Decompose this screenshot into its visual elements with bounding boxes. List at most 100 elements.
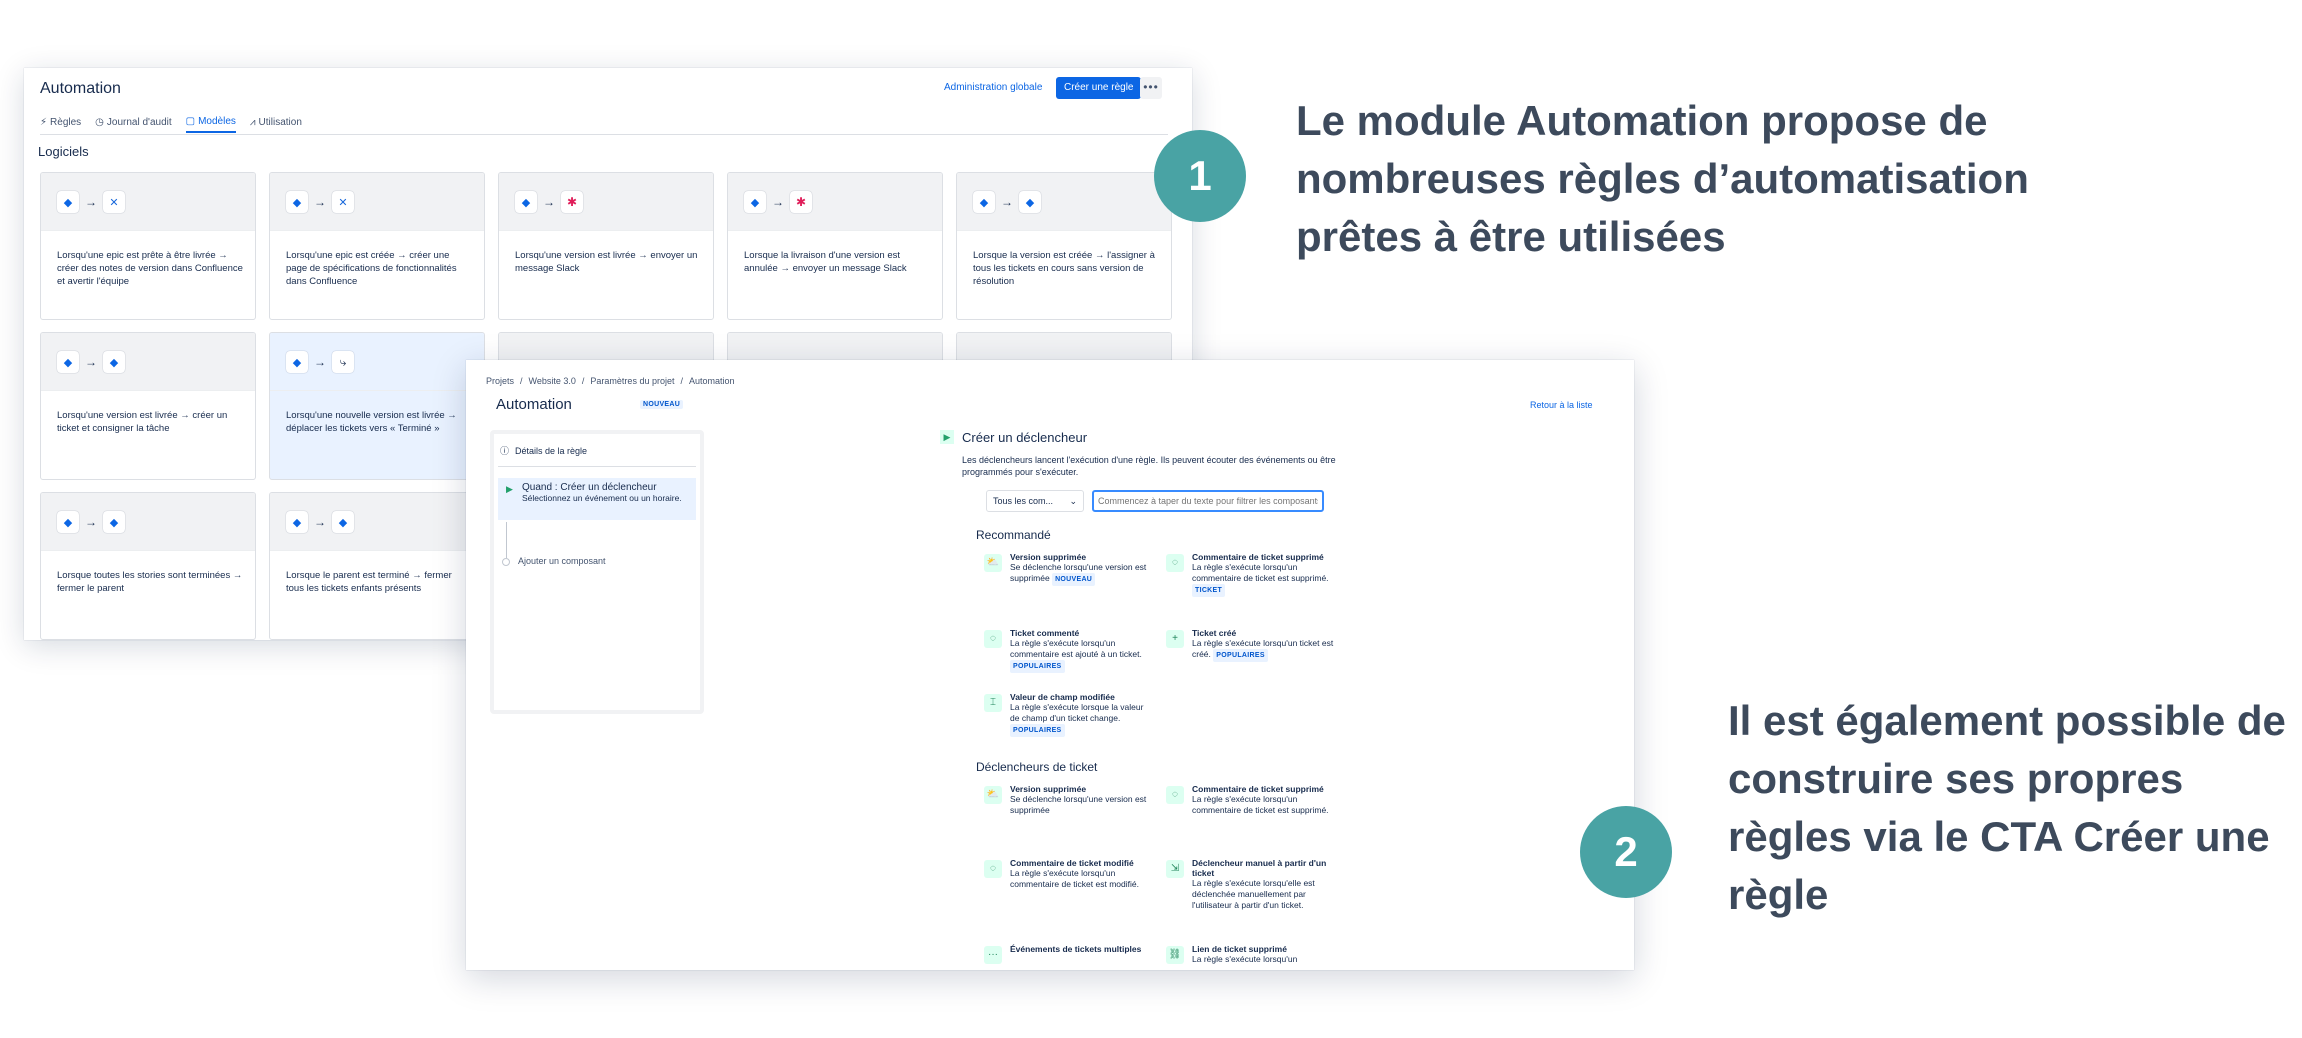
trigger-item-title: Commentaire de ticket modifié: [1010, 858, 1134, 868]
more-icon[interactable]: •••: [1140, 77, 1162, 99]
template-card[interactable]: ◆ → ⤷ Lorsqu'une nouvelle version est li…: [269, 332, 485, 480]
template-card[interactable]: ◆ → ✕ Lorsqu'une epic est créée → créer …: [269, 172, 485, 320]
popular-badge: POPULAIRES: [1010, 660, 1065, 673]
card-text: Lorsque la version est créée → l'assigne…: [973, 250, 1155, 287]
trigger-item-comment-deleted[interactable]: ◌ Commentaire de ticket supprimé La règl…: [1166, 784, 1336, 816]
trigger-item-link-deleted[interactable]: ⛓ Lien de ticket supprimé La règle s'exé…: [1166, 944, 1336, 965]
trigger-item-ticket-commented[interactable]: ◌ Ticket commenté La règle s'exécute lor…: [984, 628, 1154, 673]
template-card[interactable]: ◆ → ◆ Lorsqu'une version est livrée → cr…: [40, 332, 256, 480]
card-text: Lorsqu'une version est livrée → envoyer …: [515, 250, 698, 274]
trigger-item-version-deleted[interactable]: ⛅ Version supprimée Se déclenche lorsqu'…: [984, 784, 1154, 816]
slack-icon: ✱: [790, 191, 812, 213]
global-admin-link[interactable]: Administration globale: [944, 82, 1042, 93]
jira-icon: ◆: [286, 351, 308, 373]
trigger-item-title: Valeur de champ modifiée: [1010, 692, 1115, 702]
ticket-badge: TICKET: [1192, 584, 1226, 597]
when-subtitle: Sélectionnez un événement ou un horaire.: [522, 493, 682, 503]
trigger-item-comment-deleted[interactable]: ◌ Commentaire de ticket supprimé La règl…: [1166, 552, 1336, 597]
template-card[interactable]: ◆ → ✕ Lorsqu'une epic est prête à être l…: [40, 172, 256, 320]
branch-icon: ⤷: [332, 351, 354, 373]
template-card[interactable]: ◆ → ✱ Lorsque la livraison d'une version…: [727, 172, 943, 320]
tab-audit-log[interactable]: ◷ Journal d'audit: [95, 116, 171, 133]
clock-icon: ◷: [95, 117, 104, 128]
caption-two: Il est également possible de construire …: [1728, 697, 2286, 918]
popular-badge: POPULAIRES: [1213, 649, 1268, 662]
comment-icon: ◌: [984, 630, 1002, 648]
search-input[interactable]: [1092, 490, 1324, 512]
trigger-item-manual-trigger[interactable]: ⇲ Déclencheur manuel à partir d'un ticke…: [1166, 858, 1336, 911]
tab-label: Modèles: [198, 116, 236, 127]
tab-bar: ⚡ Règles ◷ Journal d'audit ▢ Modèles ⩘ U…: [40, 116, 302, 133]
jira-icon: ◆: [286, 191, 308, 213]
arrow-icon: →: [314, 355, 326, 369]
trigger-item-multiple-events[interactable]: ··· Événements de tickets multiples: [984, 944, 1154, 964]
cursor-icon: ⇲: [1166, 860, 1184, 878]
template-card[interactable]: ◆ → ✱ Lorsqu'une version est livrée → en…: [498, 172, 714, 320]
tab-templates[interactable]: ▢ Modèles: [185, 116, 236, 133]
card-text: Lorsque toutes les stories sont terminée…: [57, 570, 243, 594]
component-filter-select[interactable]: Tous les com... ⌄: [986, 490, 1084, 512]
trigger-item-desc: La règle s'exécute lorsqu'un: [1192, 954, 1298, 964]
plus-icon: +: [1166, 630, 1184, 648]
trigger-item-version-deleted[interactable]: ⛅ Version supprimée Se déclenche lorsqu'…: [984, 552, 1154, 586]
divider: [498, 466, 696, 467]
jira-icon: ◆: [332, 511, 354, 533]
card-text: Lorsqu'une version est livrée → créer un…: [57, 410, 228, 434]
rule-details-label: Détails de la règle: [515, 445, 588, 456]
comment-icon: ◌: [984, 860, 1002, 878]
breadcrumb: Projets / Website 3.0 / Paramètres du pr…: [486, 376, 735, 386]
trigger-description: Les déclencheurs lancent l'exécution d'u…: [962, 455, 1336, 477]
breadcrumb-website[interactable]: Website 3.0: [529, 376, 576, 386]
template-card[interactable]: ◆ → ◆ Lorsque la version est créée → l'a…: [956, 172, 1172, 320]
jira-icon: ◆: [286, 511, 308, 533]
card-text: Lorsqu'une epic est créée → créer une pa…: [286, 250, 457, 287]
chevron-down-icon: ⌄: [1069, 496, 1077, 506]
breadcrumb-automation[interactable]: Automation: [689, 376, 735, 386]
jira-icon: ◆: [57, 511, 79, 533]
slack-icon: ✱: [561, 191, 583, 213]
trigger-item-title: Commentaire de ticket supprimé: [1192, 784, 1324, 794]
tab-usage[interactable]: ⩘ Utilisation: [250, 116, 302, 133]
arrow-icon: →: [85, 195, 97, 209]
tab-rules[interactable]: ⚡ Règles: [40, 116, 81, 133]
back-to-list-link[interactable]: Retour à la liste: [1530, 400, 1593, 410]
breadcrumb-separator: /: [520, 376, 523, 386]
arrow-icon: →: [314, 515, 326, 529]
recommended-heading: Recommandé: [976, 528, 1051, 542]
jira-icon: ◆: [103, 351, 125, 373]
breadcrumb-separator: /: [680, 376, 683, 386]
breadcrumb-separator: /: [581, 376, 585, 386]
template-card[interactable]: ◆ → ◆ Lorsque toutes les stories sont te…: [40, 492, 256, 640]
tab-label: Journal d'audit: [106, 117, 172, 128]
card-text: Lorsque la livraison d'une version est a…: [744, 250, 907, 274]
breadcrumb-projects[interactable]: Projets: [486, 376, 514, 386]
section-heading: Logiciels: [38, 144, 89, 159]
connector-dot: [502, 558, 510, 566]
breadcrumb-project-settings[interactable]: Paramètres du projet: [590, 376, 674, 386]
rule-details-item[interactable]: ⓘ Détails de la règle: [500, 444, 587, 457]
trigger-item-title: Commentaire de ticket supprimé: [1192, 552, 1324, 562]
card-text: Lorsqu'une nouvelle version est livrée →…: [286, 410, 457, 434]
version-icon: ⛅: [984, 786, 1002, 804]
jira-icon: ◆: [57, 191, 79, 213]
when-trigger-item[interactable]: ▶ Quand : Créer un déclencheur Sélection…: [498, 478, 696, 520]
trigger-item-field-changed[interactable]: ⌶ Valeur de champ modifiée La règle s'ex…: [984, 692, 1154, 737]
tab-label: Règles: [50, 117, 82, 128]
comment-icon: ◌: [1166, 786, 1184, 804]
jira-icon: ◆: [57, 351, 79, 373]
new-badge: NOUVEAU: [1052, 573, 1096, 586]
arrow-icon: →: [85, 515, 97, 529]
trigger-item-desc: La règle s'exécute lorsqu'un commentaire…: [1010, 868, 1139, 889]
trigger-title: Créer un déclencheur: [962, 430, 1088, 445]
template-card[interactable]: ◆ → ◆ Lorsque le parent est terminé → fe…: [269, 492, 485, 640]
trigger-item-desc: La règle s'exécute lorsqu'un commentaire…: [1192, 562, 1329, 583]
trigger-item-title: Version supprimée: [1010, 784, 1087, 794]
create-rule-button[interactable]: Créer une règle: [1056, 77, 1142, 99]
bolt-icon: ⚡: [40, 117, 48, 128]
info-icon: ⓘ: [500, 446, 510, 456]
jira-icon: ◆: [744, 191, 766, 213]
add-component-button[interactable]: Ajouter un composant: [518, 556, 606, 566]
trigger-item-ticket-created[interactable]: + Ticket créé La règle s'exécute lorsqu'…: [1166, 628, 1336, 662]
arrow-icon: →: [543, 195, 555, 209]
trigger-item-comment-edited[interactable]: ◌ Commentaire de ticket modifié La règle…: [984, 858, 1154, 890]
